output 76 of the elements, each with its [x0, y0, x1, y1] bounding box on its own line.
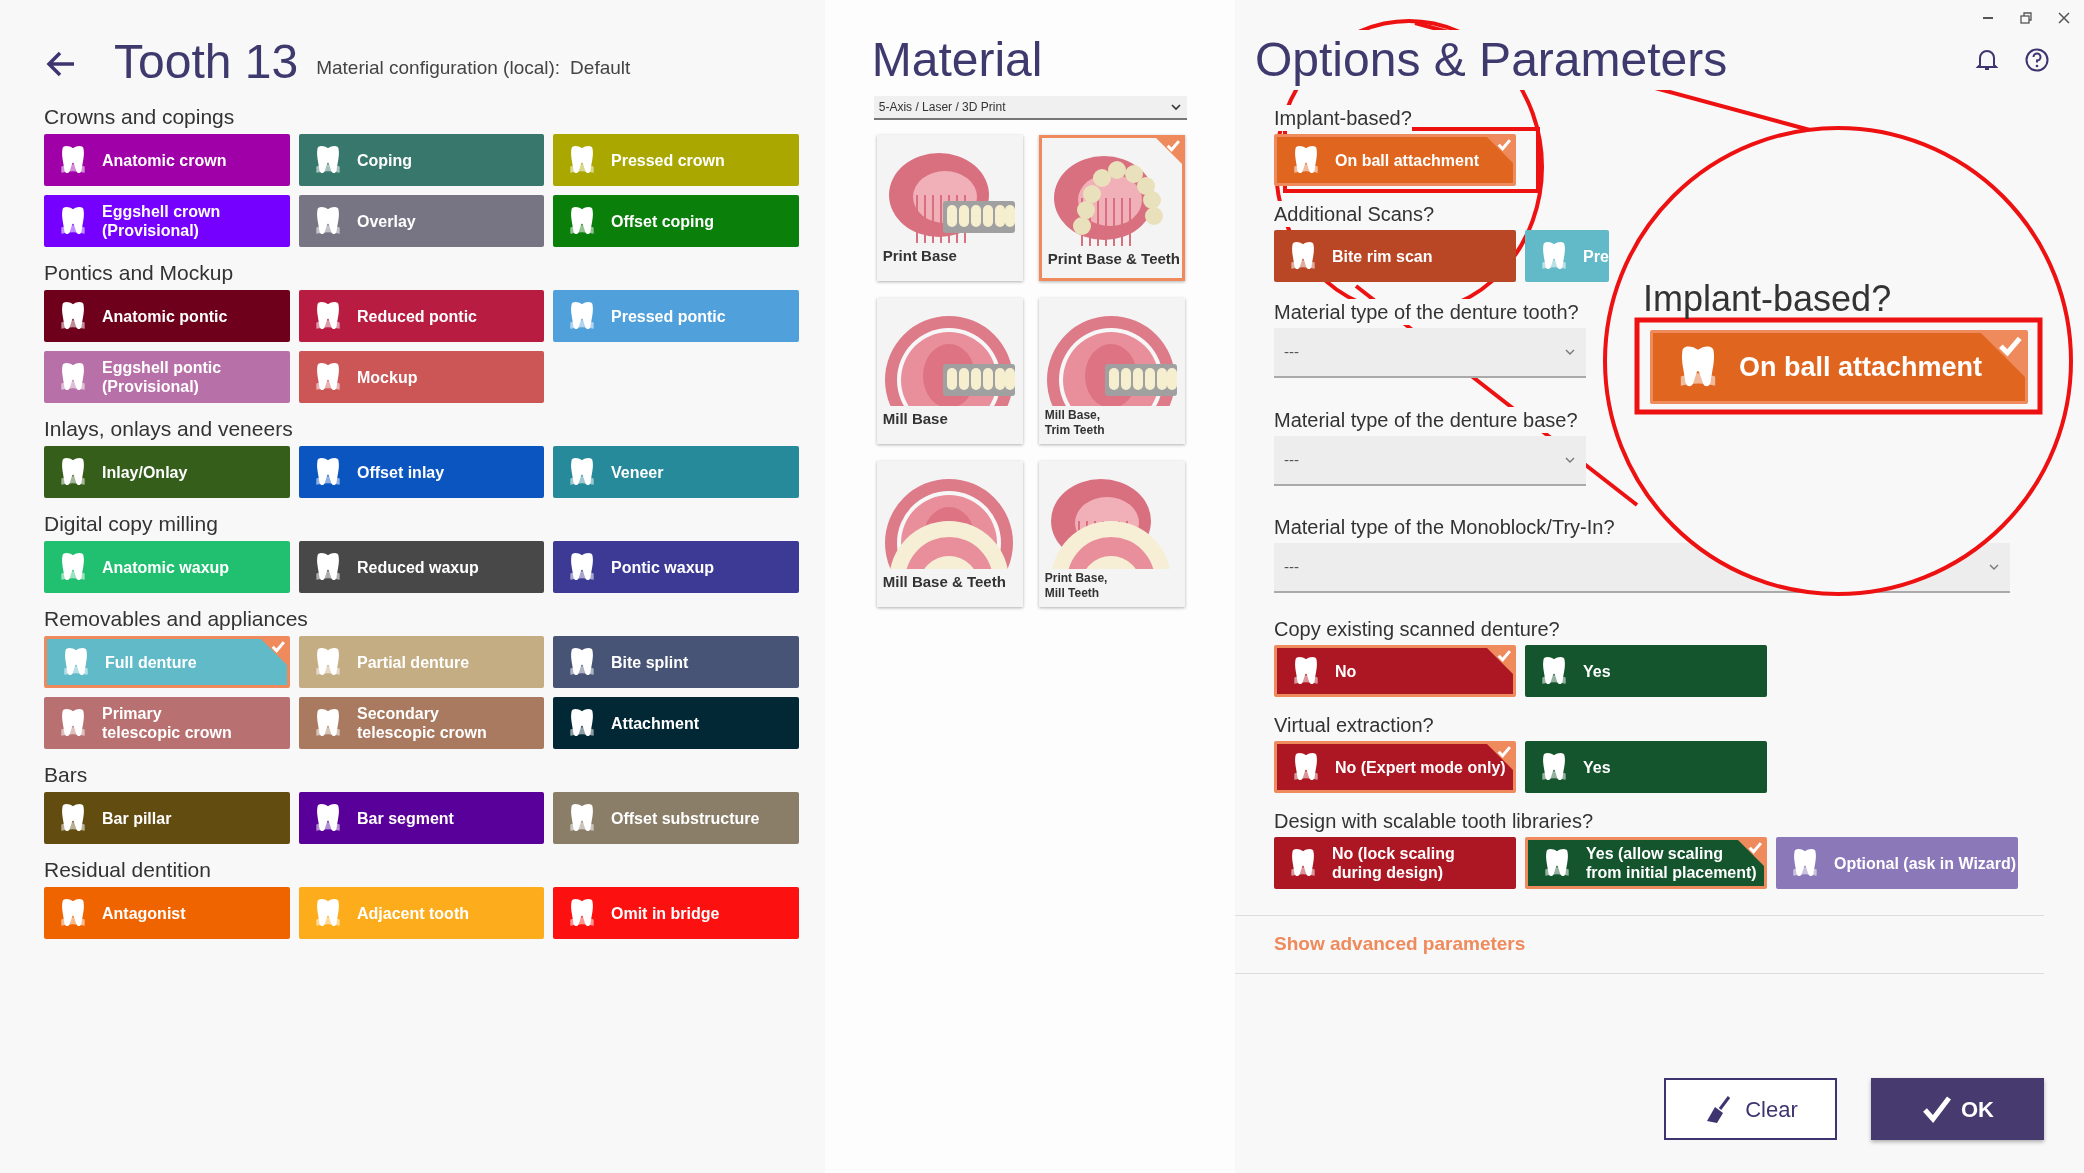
option-button[interactable]: Yes (allow scaling from initial placement)	[1525, 837, 1767, 889]
question-label: Additional Scans?	[1274, 201, 1435, 227]
option-button[interactable]: Eggshell crown (Provisional)	[44, 195, 290, 247]
option-button[interactable]: Anatomic crown	[44, 134, 290, 186]
material-dropdown[interactable]: ---	[1274, 436, 1586, 486]
material-card[interactable]: Print Base & Teeth	[1038, 135, 1185, 281]
page-title: Tooth 13	[114, 34, 299, 90]
option-button[interactable]: On ball attachment	[1274, 134, 1516, 186]
checkmark-icon	[1487, 137, 1513, 163]
clear-button[interactable]: Clear	[1664, 1078, 1837, 1140]
option-button[interactable]: Optional (ask in Wizard)	[1776, 837, 2018, 889]
material-dropdown[interactable]: ---	[1274, 328, 1586, 378]
section-heading: Pontics and Mockup	[44, 260, 235, 286]
option-button[interactable]: Primary telescopic crown	[44, 697, 290, 749]
option-button[interactable]: No (Expert mode only)	[1274, 741, 1516, 793]
option-button[interactable]: Yes	[1525, 645, 1767, 697]
option-button[interactable]: Reduced pontic	[299, 290, 544, 342]
option-button[interactable]: No (lock scaling during design)	[1274, 837, 1516, 889]
panel-title: Material	[871, 32, 1044, 88]
option-button[interactable]: Offset inlay	[299, 446, 544, 498]
option-button[interactable]: Offset substructure	[553, 792, 799, 844]
section-heading: Residual dentition	[44, 857, 212, 883]
ok-button[interactable]: OK	[1871, 1078, 2044, 1140]
option-button[interactable]: No	[1274, 645, 1516, 697]
material-card[interactable]: Mill Base, Trim Teeth	[1038, 298, 1185, 444]
option-button[interactable]: Bite splint	[553, 636, 799, 688]
close-icon	[2056, 10, 2072, 26]
material-card[interactable]: Print Base, Mill Teeth	[1038, 461, 1185, 607]
option-button[interactable]: Overlay	[299, 195, 544, 247]
minimize-icon	[1983, 17, 1993, 19]
option-button[interactable]: Offset coping	[553, 195, 799, 247]
option-button[interactable]: Yes	[1525, 741, 1767, 793]
help-button[interactable]	[2024, 47, 2050, 73]
option-button[interactable]: Reduced waxup	[299, 541, 544, 593]
option-button[interactable]: Anatomic pontic	[44, 290, 290, 342]
checkmark-icon	[1981, 333, 2025, 377]
checkmark-icon	[1487, 648, 1513, 674]
option-button[interactable]: Omit in bridge	[553, 887, 799, 939]
question-label: Material type of the denture base?	[1274, 407, 1578, 433]
material-card[interactable]: Mill Base	[876, 298, 1023, 444]
magnified-label: Implant-based?	[1643, 280, 1893, 318]
section-heading: Removables and appliances	[44, 606, 309, 632]
section-heading: Crowns and copings	[44, 104, 236, 130]
option-button[interactable]: Antagonist	[44, 887, 290, 939]
question-label: Material type of the denture tooth?	[1274, 299, 1579, 325]
option-button[interactable]: Bar segment	[299, 792, 544, 844]
material-card[interactable]: Mill Base & Teeth	[876, 461, 1023, 607]
option-button[interactable]: Eggshell pontic (Provisional)	[44, 351, 290, 403]
option-button[interactable]: Coping	[299, 134, 544, 186]
option-button[interactable]: Bite rim scan	[1274, 230, 1516, 282]
checkmark-icon	[1155, 138, 1182, 164]
option-button[interactable]: Secondary telescopic crown	[299, 697, 544, 749]
section-heading: Inlays, onlays and veneers	[44, 416, 294, 442]
checkmark-icon	[1921, 1094, 1953, 1124]
option-button[interactable]: Attachment	[553, 697, 799, 749]
section-heading: Digital copy milling	[44, 511, 219, 537]
help-icon	[2024, 47, 2050, 73]
bell-icon	[1974, 47, 2000, 73]
chevron-down-icon	[1169, 101, 1182, 113]
magnified-option-button[interactable]: On ball attachment	[1650, 330, 2028, 404]
notifications-button[interactable]	[1974, 47, 2000, 73]
section-heading: Bars	[44, 762, 89, 788]
material-card[interactable]: Print Base	[876, 135, 1023, 281]
restore-icon	[2018, 10, 2034, 26]
option-button[interactable]: Pontic waxup	[553, 541, 799, 593]
config-value: Default	[570, 55, 631, 80]
option-button[interactable]: Bar pillar	[44, 792, 290, 844]
option-button[interactable]: Veneer	[553, 446, 799, 498]
material-dropdown[interactable]: 5-Axis / Laser / 3D Print	[873, 96, 1187, 120]
panel-title: Options & Parameters	[1255, 30, 1728, 90]
option-button[interactable]: Inlay/Onlay	[44, 446, 290, 498]
option-button[interactable]: Mockup	[299, 351, 544, 403]
checkmark-icon	[261, 639, 287, 665]
checkmark-icon	[1738, 840, 1764, 866]
question-label: Implant-based?	[1274, 105, 1412, 131]
config-label: Material configuration (local):	[316, 55, 561, 80]
